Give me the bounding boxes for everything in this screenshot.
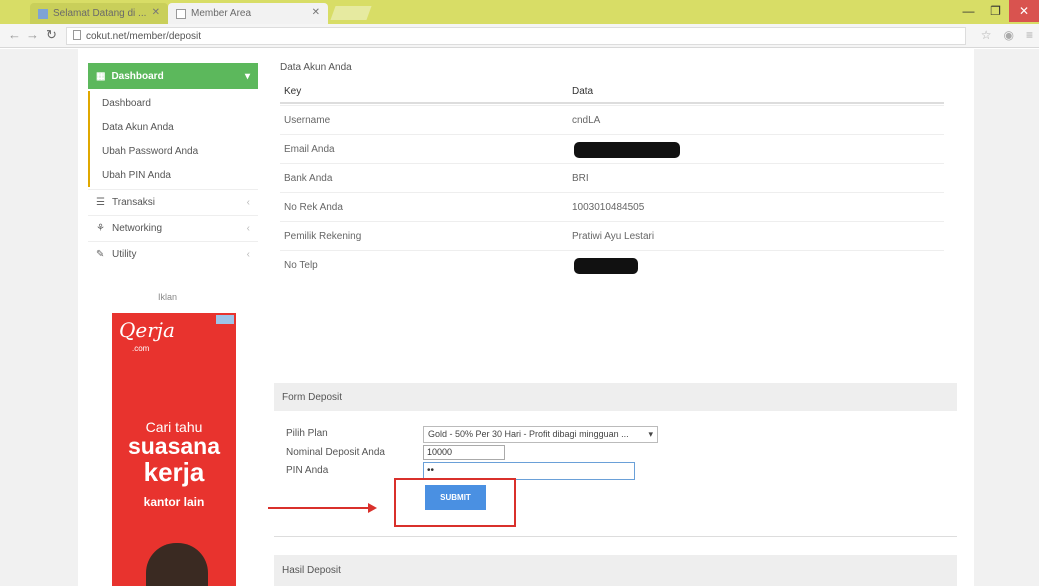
ad-text-line: suasana: [127, 433, 221, 459]
back-arrow-icon[interactable]: ←: [8, 27, 21, 42]
account-table-header: Key Data: [280, 77, 944, 104]
submit-button[interactable]: SUBMIT: [425, 485, 486, 510]
browser-tab[interactable]: Selamat Datang di ... ✕: [30, 3, 168, 24]
close-tab-icon[interactable]: ✕: [152, 7, 160, 18]
plan-select[interactable]: Gold - 50% Per 30 Hari - Profit dibagi m…: [423, 426, 658, 443]
favicon-icon: [38, 8, 48, 19]
table-row: Bank Anda BRI: [280, 163, 944, 192]
plan-label: Pilih Plan: [286, 428, 328, 439]
new-tab-button[interactable]: [330, 6, 372, 20]
ad-brand-logo: Qerja: [119, 318, 175, 342]
advertisement-banner[interactable]: Qerja .com Cari tahu suasana kerja kanto…: [112, 313, 236, 586]
table-row: Pemilik Rekening Pratiwi Ayu Lestari: [280, 221, 944, 250]
forward-arrow-icon[interactable]: →: [26, 27, 39, 42]
page-icon: [176, 8, 186, 19]
close-window-icon[interactable]: ✕: [1009, 0, 1039, 22]
browser-tabbar: Selamat Datang di ... ✕ Member Area ✕ — …: [0, 0, 1039, 24]
chevron-down-icon: ▾: [244, 70, 250, 82]
toolbar-icons: ☆ ◉ ≡: [981, 28, 1033, 42]
sidebar-item-networking[interactable]: ⚘ Networking ‹: [88, 215, 258, 241]
extension-icon[interactable]: ◉: [1004, 28, 1014, 42]
page-content: ▦ Dashboard ▾ Dashboard Data Akun Anda U…: [0, 49, 1039, 586]
sidebar-subitem-change-pin[interactable]: Ubah PIN Anda: [88, 163, 258, 187]
ad-brand-sub: .com: [132, 344, 150, 353]
star-icon[interactable]: ☆: [981, 28, 992, 42]
chevron-left-icon: ‹: [246, 223, 250, 234]
sidebar: ▦ Dashboard ▾ Dashboard Data Akun Anda U…: [78, 49, 268, 586]
sidebar-subitem-dashboard[interactable]: Dashboard: [88, 91, 258, 115]
sidebar-item-dashboard[interactable]: ▦ Dashboard ▾: [88, 63, 258, 89]
deposit-result-header: Hasil Deposit: [274, 555, 957, 586]
deposit-amount-input[interactable]: 10000: [423, 445, 505, 460]
table-row: No Rek Anda 1003010484505: [280, 192, 944, 221]
annotation-arrow: [268, 507, 370, 509]
url-text: cokut.net/member/deposit: [86, 31, 202, 42]
sidebar-item-transaksi[interactable]: ☰ Transaksi ‹: [88, 189, 258, 215]
deposit-form-header: Form Deposit: [274, 383, 957, 411]
column-header-data: Data: [572, 86, 594, 97]
redacted-value: [574, 142, 680, 158]
redacted-value: [574, 258, 638, 274]
close-tab-icon[interactable]: ✕: [312, 7, 320, 18]
chevron-left-icon: ‹: [246, 197, 250, 208]
table-row: Username cndLA: [280, 105, 944, 134]
ad-person-image: [146, 543, 208, 586]
address-bar[interactable]: cokut.net/member/deposit: [66, 27, 966, 45]
browser-tab-active[interactable]: Member Area ✕: [168, 3, 328, 24]
dashboard-icon: ▦: [96, 70, 106, 82]
tab-label: Selamat Datang di ...: [53, 8, 147, 19]
ad-text-line: kerja: [143, 457, 205, 487]
maximize-icon[interactable]: ❐: [982, 0, 1009, 22]
section-divider: [274, 536, 957, 537]
chevron-left-icon: ‹: [246, 249, 250, 260]
account-section-title: Data Akun Anda: [280, 62, 352, 73]
sidebar-item-label: Transaksi: [112, 197, 155, 208]
pin-label: PIN Anda: [286, 465, 329, 476]
main-content: Data Akun Anda Key Data Username cndLA E…: [268, 49, 974, 586]
annotation-arrow-head: [368, 503, 377, 513]
menu-icon[interactable]: ≡: [1026, 28, 1033, 42]
reload-icon[interactable]: ↻: [46, 27, 57, 43]
chevron-down-icon: ▾: [648, 429, 653, 439]
tab-label: Member Area: [191, 8, 252, 19]
adchoices-icon[interactable]: [216, 315, 234, 324]
sidebar-subitem-change-password[interactable]: Ubah Password Anda: [88, 139, 258, 163]
column-header-key: Key: [284, 86, 302, 97]
sidebar-item-label: Utility: [112, 249, 137, 260]
page-icon: [73, 30, 81, 40]
table-row: No Telp: [280, 250, 944, 279]
table-row: Email Anda: [280, 134, 944, 163]
network-icon: ⚘: [96, 223, 105, 234]
browser-toolbar: ← → ↻ cokut.net/member/deposit ☆ ◉ ≡: [0, 24, 1039, 48]
sidebar-item-label: Networking: [112, 223, 163, 234]
amount-label: Nominal Deposit Anda: [286, 447, 385, 458]
list-icon: ☰: [96, 197, 105, 208]
minimize-icon[interactable]: —: [955, 0, 982, 22]
sidebar-subitem-account-data[interactable]: Data Akun Anda: [88, 115, 258, 139]
ad-label: Iklan: [158, 292, 178, 302]
wrench-icon: ✎: [96, 249, 105, 260]
ad-text-line: kantor lain: [143, 495, 205, 509]
sidebar-item-utility[interactable]: ✎ Utility ‹: [88, 241, 258, 267]
sidebar-item-label: Dashboard: [111, 70, 164, 82]
window-controls: — ❐ ✕: [955, 0, 1039, 22]
